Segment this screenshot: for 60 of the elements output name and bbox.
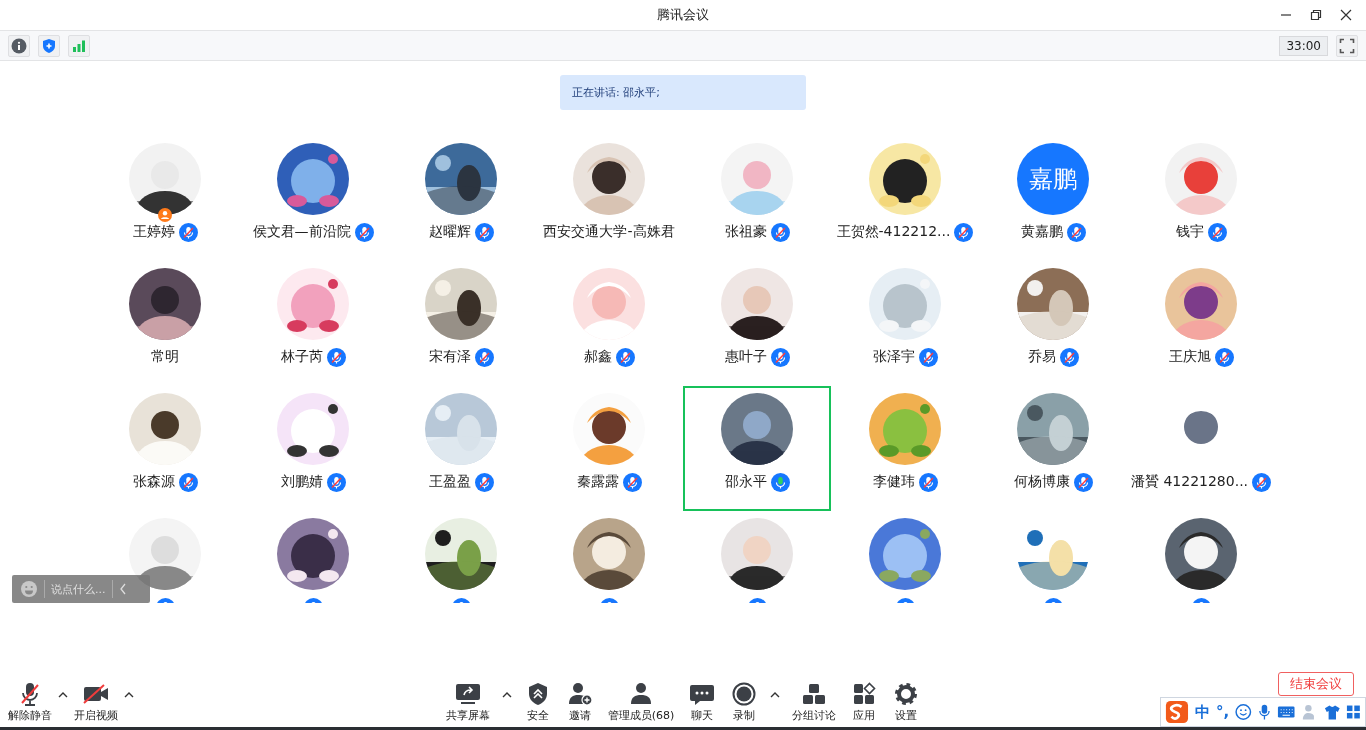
screen-share-icon (453, 681, 482, 706)
participant-name: 何杨博康 (1013, 473, 1070, 491)
chat-button[interactable]: 聊天 (686, 681, 719, 723)
apps-button[interactable]: 应用 (848, 681, 881, 723)
participant-name: 张祖豪 (724, 223, 767, 241)
participant-name: 惠叶子 (724, 348, 767, 366)
participant-name: 黄嘉鹏 (1020, 223, 1063, 241)
restore-icon[interactable] (1310, 9, 1322, 21)
participant-name: 钱宇 (1175, 223, 1204, 241)
s-logo-icon[interactable] (1165, 699, 1189, 725)
participant-name: 潘贇 41221280... (1130, 473, 1249, 491)
participant-name: 王盈盈 (428, 473, 471, 491)
participant-name: 王贺然-412212... (836, 223, 951, 241)
participant-name: 李健玮 (872, 473, 915, 491)
microphone-icon[interactable] (1257, 703, 1271, 721)
participant-name: 张泽宇 (872, 348, 915, 366)
caret-icon[interactable] (124, 690, 134, 698)
caret-icon[interactable] (501, 690, 512, 698)
participant-name: 赵曜辉 (428, 223, 471, 241)
speaking-banner: 正在讲话: 邵永平; (560, 75, 806, 110)
shield-icon[interactable] (38, 34, 60, 57)
info-icon[interactable] (8, 34, 30, 57)
meeting-timer: 33:00 (1279, 35, 1328, 56)
mic-off-button[interactable]: 解除静音 (6, 681, 54, 723)
settings-button[interactable]: 设置 (890, 681, 923, 723)
participant-name: 秦露露 (576, 473, 619, 491)
participant-name: 西安交通大学-高姝君 (543, 223, 675, 241)
breakout-button[interactable]: 分组讨论 (790, 681, 839, 723)
smiley-icon[interactable] (1235, 703, 1252, 721)
end-meeting-button[interactable]: 结束会议 (1278, 672, 1354, 696)
members-button[interactable]: 管理成员(68) (605, 681, 677, 723)
close-icon[interactable] (1340, 9, 1352, 21)
participant-name: 乔易 (1027, 348, 1056, 366)
share-button[interactable]: 共享屏幕 (443, 681, 492, 723)
record-button[interactable]: 录制 (728, 681, 761, 723)
participant-name: 王庆旭 (1168, 348, 1211, 366)
participant-name: 林子芮 (280, 348, 323, 366)
keyboard-icon[interactable] (1276, 705, 1296, 719)
video-off-icon (82, 681, 110, 706)
punctuation-toggle[interactable]: °, (1215, 703, 1230, 721)
participant-name: 宋有泽 (428, 348, 471, 366)
participant-name: 侯文君—前沿院 (252, 223, 351, 241)
participant-name: 刘鹏婧 (280, 473, 323, 491)
participant-name: 张森源 (132, 473, 175, 491)
participant-name: 郝鑫 (583, 348, 612, 366)
participant-name: 邵永平 (724, 473, 767, 491)
caret-icon[interactable] (770, 690, 781, 698)
chat-placeholder: 说点什么... (51, 581, 106, 597)
fullscreen-icon[interactable] (1336, 34, 1358, 57)
grid-icon[interactable] (1346, 704, 1362, 720)
shirt-icon[interactable] (1323, 703, 1341, 721)
video-off-button[interactable]: 开启视频 (72, 681, 120, 723)
participant-name: 常明 (151, 348, 179, 366)
window-title: 腾讯会议 (657, 6, 709, 24)
avatar: 嘉鹏 (1017, 143, 1089, 215)
security-button[interactable]: 安全 (521, 681, 554, 723)
input-language-toggle[interactable]: 中 (1194, 702, 1210, 722)
participant-name: 王婷婷 (132, 223, 175, 241)
invite-button[interactable]: 邀请 (563, 681, 596, 723)
caret-icon[interactable] (58, 690, 68, 698)
